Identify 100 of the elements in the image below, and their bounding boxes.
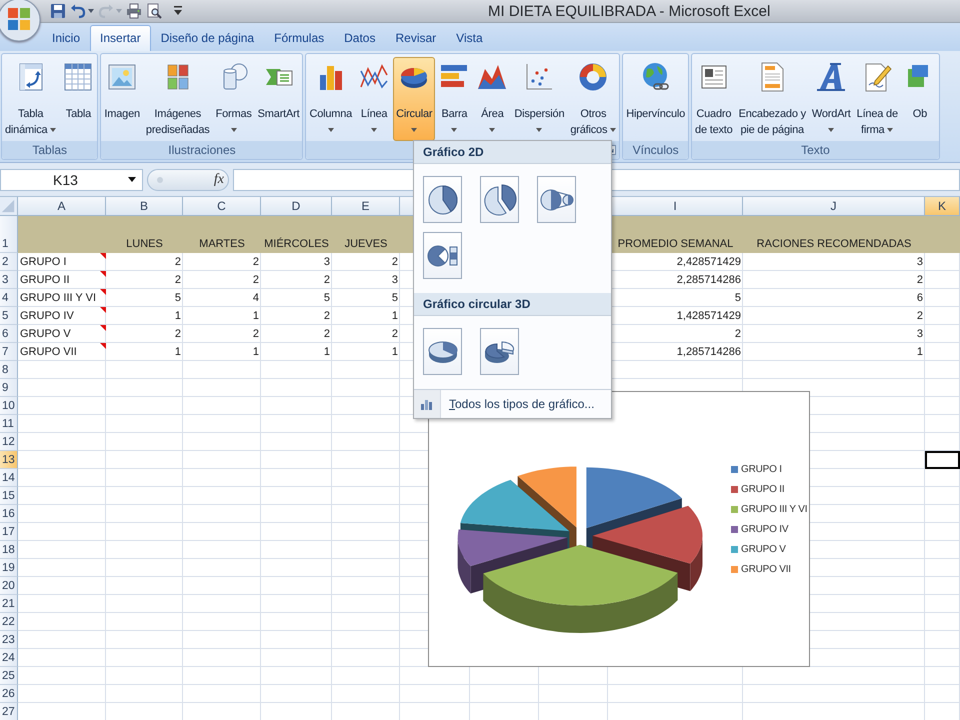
table-cell-text: 2 bbox=[322, 309, 331, 324]
table-cell-text: 3 bbox=[916, 327, 924, 342]
row-number[interactable]: 12 bbox=[0, 433, 18, 451]
table-cell-text: 2 bbox=[916, 273, 924, 288]
selected-cell[interactable] bbox=[925, 451, 960, 469]
name-box[interactable]: K13 bbox=[0, 168, 143, 190]
table-cell-text: 1 bbox=[174, 309, 182, 324]
ribbon-button[interactable]: Otros gráficos bbox=[567, 57, 620, 141]
row-number[interactable]: 19 bbox=[0, 559, 18, 577]
row-number[interactable]: 14 bbox=[0, 469, 18, 487]
dropdown-caret-icon[interactable] bbox=[128, 177, 136, 182]
row-number[interactable]: 18 bbox=[0, 541, 18, 559]
row-number[interactable]: 17 bbox=[0, 523, 18, 541]
row-number[interactable]: 10 bbox=[0, 397, 18, 415]
ribbon-button[interactable]: Dispersión bbox=[511, 57, 568, 141]
row-number[interactable]: 27 bbox=[0, 703, 18, 720]
ribbon-tab[interactable]: Datos bbox=[334, 25, 386, 51]
row-number[interactable]: 6 bbox=[0, 325, 18, 343]
row-number[interactable]: 11 bbox=[0, 415, 18, 433]
table-cell-text: 1 bbox=[252, 345, 260, 360]
ribbon-button[interactable]: Circular bbox=[393, 57, 436, 141]
ribbon-button[interactable]: Columna bbox=[306, 57, 356, 141]
table-cell-text: 3 bbox=[390, 273, 399, 288]
table-cell-text: 3 bbox=[916, 255, 924, 270]
group-label: Tablas bbox=[32, 143, 68, 157]
row-number[interactable]: 24 bbox=[0, 649, 18, 667]
customize-caret-icon[interactable] bbox=[174, 6, 182, 16]
chart-type-option[interactable] bbox=[423, 176, 462, 223]
column-header[interactable]: B bbox=[106, 197, 183, 216]
legend-label: GRUPO VII bbox=[741, 564, 791, 575]
table-cell: GRUPO VII bbox=[18, 343, 106, 361]
expand-handle-icon[interactable] bbox=[156, 176, 164, 184]
ribbon-tab[interactable]: Inicio bbox=[42, 25, 90, 51]
table-cell-text: 1 bbox=[322, 345, 331, 360]
row-number[interactable]: 13 bbox=[0, 451, 18, 469]
ribbon-tab[interactable]: Vista bbox=[446, 25, 493, 51]
undo-icon[interactable] bbox=[70, 3, 86, 19]
row-number[interactable]: 7 bbox=[0, 343, 18, 361]
row-number[interactable]: 1 bbox=[0, 216, 18, 253]
chart-type-option[interactable] bbox=[537, 176, 576, 223]
row-number[interactable]: 23 bbox=[0, 631, 18, 649]
ribbon-button[interactable]: Barra bbox=[435, 57, 474, 141]
ribbon-tab[interactable]: Revisar bbox=[385, 25, 446, 51]
column-header[interactable]: C bbox=[183, 197, 261, 216]
ribbon-button[interactable]: Ob bbox=[900, 57, 939, 141]
all-chart-types-item[interactable]: Todos los tipos de gráfico... bbox=[441, 390, 594, 418]
column-header[interactable]: A bbox=[18, 197, 106, 216]
row-number[interactable]: 3 bbox=[0, 271, 18, 289]
ribbon-button[interactable]: Área bbox=[473, 57, 512, 141]
table-cell: GRUPO I bbox=[18, 253, 106, 271]
row-number[interactable]: 4 bbox=[0, 289, 18, 307]
ribbon-button[interactable]: Tabla bbox=[59, 57, 98, 141]
ribbon-button[interactable]: Hipervínculo bbox=[623, 57, 688, 141]
row-number[interactable]: 16 bbox=[0, 505, 18, 523]
insert-function-button[interactable]: fx bbox=[214, 172, 224, 188]
ribbon-button[interactable]: Formas bbox=[212, 57, 255, 141]
row-number[interactable]: 21 bbox=[0, 595, 18, 613]
ribbon-button[interactable]: Imagen bbox=[101, 57, 143, 141]
row-number[interactable]: 15 bbox=[0, 487, 18, 505]
ribbon-button[interactable]: Encabezado y pie de página bbox=[736, 57, 809, 141]
column-header[interactable]: E bbox=[332, 197, 400, 216]
table-cell-text: 2,285714286 bbox=[676, 273, 742, 288]
ribbon-tab[interactable]: Insertar bbox=[90, 25, 151, 51]
printer-icon[interactable] bbox=[126, 3, 142, 19]
group-label: Vínculos bbox=[632, 143, 679, 157]
table-cell: RACIONES RECOMENDADAS bbox=[743, 216, 925, 253]
menu-section-header: Gráfico 2D bbox=[414, 141, 611, 164]
ribbon-button[interactable]: WordArt bbox=[808, 57, 854, 141]
row-number[interactable]: 9 bbox=[0, 379, 18, 397]
preview-icon[interactable] bbox=[146, 3, 162, 19]
ribbon-tab[interactable]: Diseño de página bbox=[150, 25, 264, 51]
ribbon-button[interactable]: Cuadro de texto bbox=[692, 57, 736, 141]
save-icon[interactable] bbox=[50, 3, 66, 19]
ribbon-button[interactable]: Tabla dinámica bbox=[2, 57, 60, 141]
ribbon-button[interactable]: Línea bbox=[355, 57, 394, 141]
ribbon-button[interactable]: Línea de firma bbox=[854, 57, 901, 141]
ribbon-button[interactable]: Imágenes prediseñadas bbox=[142, 57, 213, 141]
caret-icon[interactable] bbox=[88, 9, 94, 13]
row-number[interactable]: 5 bbox=[0, 307, 18, 325]
legend-label: GRUPO I bbox=[741, 464, 782, 475]
row-number[interactable]: 25 bbox=[0, 667, 18, 685]
row-number[interactable]: 20 bbox=[0, 577, 18, 595]
chart-type-option[interactable] bbox=[480, 176, 519, 223]
legend-label: GRUPO II bbox=[741, 484, 784, 495]
row-number[interactable]: 8 bbox=[0, 361, 18, 379]
chart-type-option[interactable] bbox=[423, 328, 462, 375]
ribbon-button[interactable]: SmartArt bbox=[254, 57, 302, 141]
row-number[interactable]: 22 bbox=[0, 613, 18, 631]
row-number[interactable]: 26 bbox=[0, 685, 18, 703]
chart-type-option[interactable] bbox=[480, 328, 519, 375]
table-icon bbox=[62, 61, 94, 93]
row-number[interactable]: 2 bbox=[0, 253, 18, 271]
ribbon-tab[interactable]: Fórmulas bbox=[264, 25, 334, 51]
column-header[interactable]: J bbox=[743, 197, 925, 216]
table-cell-text: 3 bbox=[322, 255, 331, 270]
column-header[interactable]: K bbox=[925, 197, 960, 216]
chart-type-option[interactable] bbox=[423, 232, 462, 279]
column-header[interactable]: D bbox=[261, 197, 332, 216]
table-cell-text: 1,285714286 bbox=[676, 345, 742, 360]
table-cell-text: 2 bbox=[322, 273, 331, 288]
